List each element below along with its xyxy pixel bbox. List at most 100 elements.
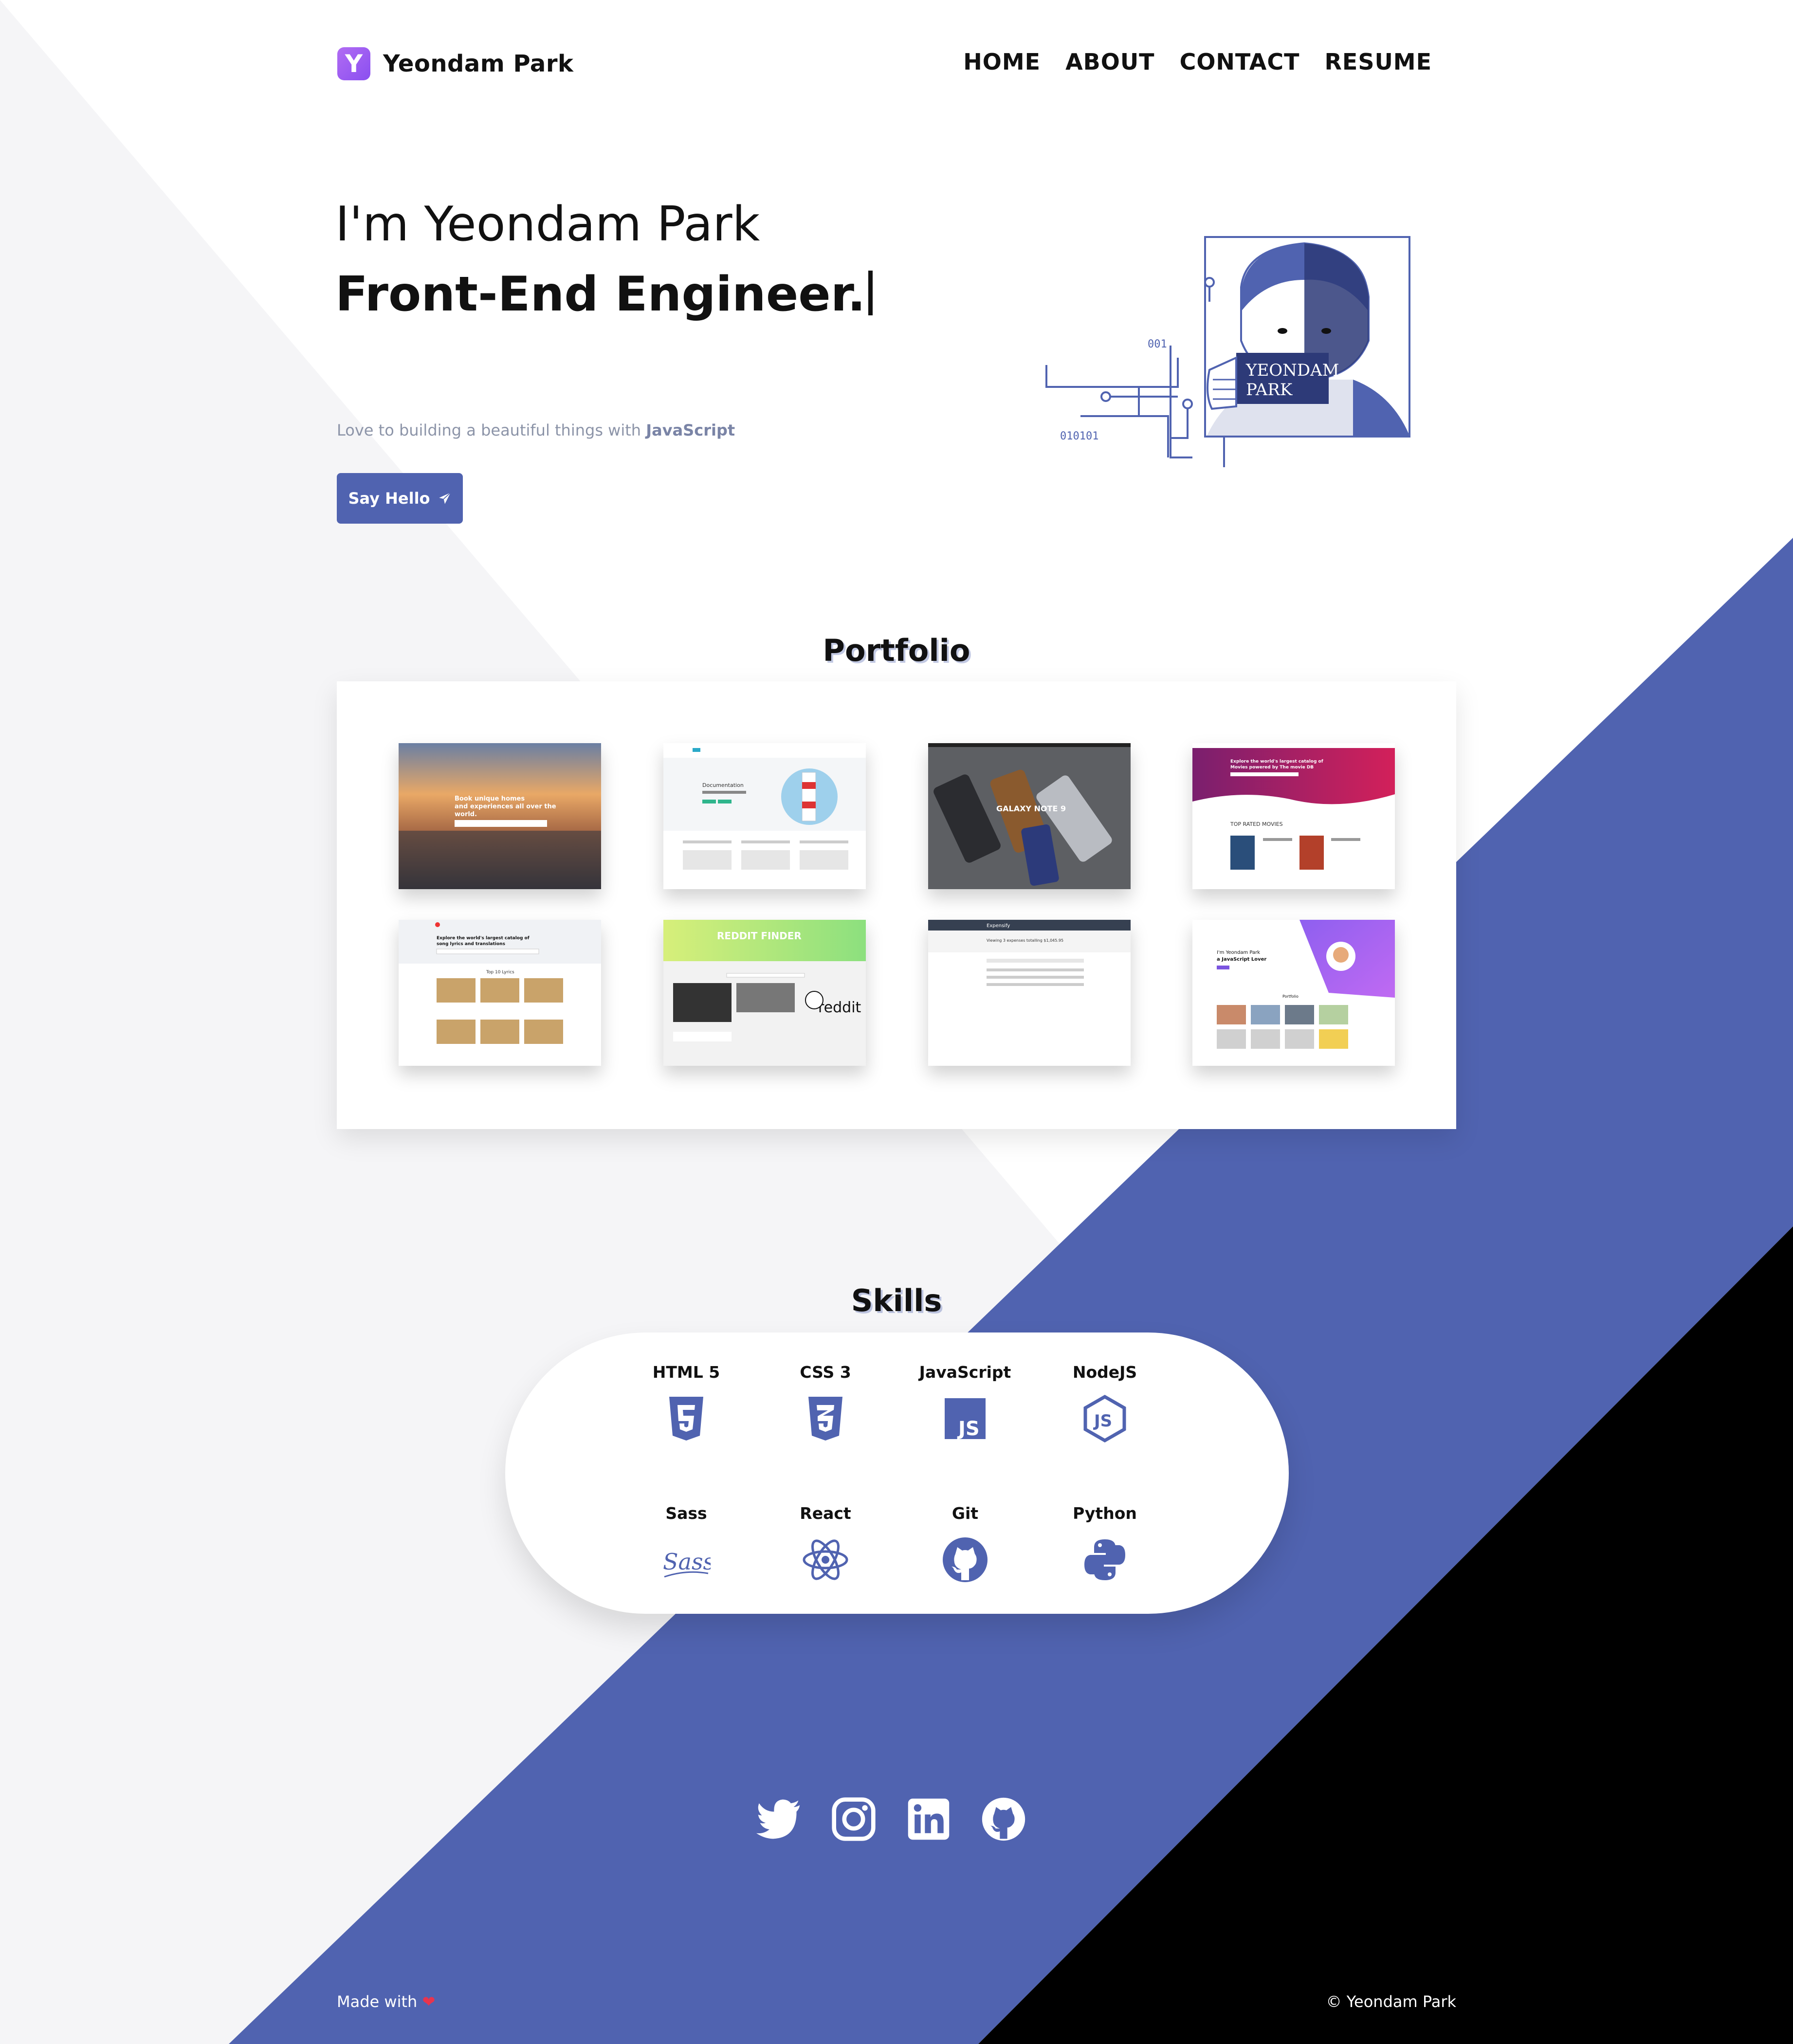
avatar-illustration: 001 010101 YEONDAM PARK <box>1045 236 1410 467</box>
nav-contact[interactable]: CONTACT <box>1180 49 1300 75</box>
portfolio-item[interactable]: Explore the world's largest catalog of s… <box>399 920 601 1066</box>
skill-label: NodeJS <box>1072 1363 1137 1382</box>
item-text-1: Explore the world's largest catalog of <box>437 936 530 941</box>
item-text-3: Portfolio <box>1282 994 1299 999</box>
made-with-text: Made with ❤ <box>337 1992 435 2011</box>
portfolio-item[interactable]: Book unique homes and experiences all ov… <box>399 743 601 889</box>
skill-sass: Sass Sass <box>623 1504 750 1584</box>
project-screenshot: Expensify Viewing 3 expenses totalling $… <box>928 920 1131 1066</box>
skills-title: Skills <box>851 1283 942 1318</box>
skill-python: Python <box>1042 1504 1168 1584</box>
javascript-icon: JS <box>945 1398 986 1440</box>
made-with-label: Made with <box>337 1992 418 2011</box>
css3-icon <box>808 1397 842 1441</box>
skill-label: Python <box>1073 1504 1137 1523</box>
hero-greeting: I'm Yeondam Park <box>335 197 760 252</box>
react-icon <box>803 1539 848 1580</box>
twitter-icon <box>756 1799 800 1839</box>
project-screenshot: Explore the world's largest catalog of s… <box>399 920 601 1066</box>
item-text-1: REDDIT FINDER <box>717 930 802 942</box>
say-hello-label: Say Hello <box>348 489 430 508</box>
svg-text:JS: JS <box>1093 1411 1112 1431</box>
portfolio-title: Portfolio <box>823 633 970 668</box>
portfolio-item[interactable]: Documentation <box>663 743 866 889</box>
html5-icon <box>669 1397 703 1441</box>
portfolio-item[interactable]: Expensify Viewing 3 expenses totalling $… <box>928 920 1131 1066</box>
portfolio-item[interactable]: REDDIT FINDER reddit <box>663 920 866 1066</box>
copyright-text: © Yeondam Park <box>1326 1992 1456 2011</box>
github-icon <box>943 1537 988 1582</box>
nav-resume[interactable]: RESUME <box>1324 49 1432 75</box>
project-screenshot: Book unique homes and experiences all ov… <box>399 743 601 889</box>
brand-logo[interactable]: Y Yeondam Park <box>337 47 573 80</box>
svg-text:JS: JS <box>957 1418 980 1440</box>
main-nav: HOME ABOUT CONTACT RESUME <box>963 49 1432 75</box>
linkedin-link[interactable] <box>905 1796 952 1843</box>
typing-caret <box>868 271 873 315</box>
instagram-link[interactable] <box>830 1796 877 1843</box>
item-text-2: Viewing 3 expenses totalling $1,045.95 <box>987 938 1063 943</box>
instagram-icon <box>832 1797 876 1841</box>
skill-git: Git <box>902 1504 1028 1584</box>
skill-label: React <box>800 1504 851 1523</box>
tagline-highlight: JavaScript <box>646 421 735 439</box>
item-text-3: world. <box>455 811 477 818</box>
avatar-code-2: 010101 <box>1060 430 1098 442</box>
project-screenshot: REDDIT FINDER reddit <box>663 920 866 1066</box>
nav-home[interactable]: HOME <box>963 49 1041 75</box>
twitter-link[interactable] <box>755 1796 802 1843</box>
item-text-2: and experiences all over the <box>455 803 556 810</box>
item-text-1: Explore the world's largest catalog of <box>1230 759 1323 764</box>
github-icon <box>982 1797 1025 1841</box>
item-text-3: TOP RATED MOVIES <box>1230 821 1283 827</box>
github-link[interactable] <box>980 1796 1027 1843</box>
item-text-2: a JavaScript Lover <box>1217 957 1266 962</box>
item-text-2: song lyrics and translations <box>437 942 505 947</box>
avatar-name-2: PARK <box>1246 380 1293 400</box>
linkedin-icon <box>908 1798 950 1840</box>
portfolio-grid: Book unique homes and experiences all ov… <box>337 681 1456 1129</box>
sass-icon: Sass <box>663 1549 711 1578</box>
skill-label: HTML 5 <box>652 1363 720 1382</box>
say-hello-button[interactable]: Say Hello <box>337 473 463 524</box>
python-icon <box>1084 1539 1125 1580</box>
portfolio-item[interactable]: Explore the world's largest catalog of M… <box>1192 743 1395 889</box>
project-screenshot: Explore the world's largest catalog of M… <box>1192 743 1395 889</box>
item-text-1: Expensify <box>987 923 1010 929</box>
item-text-1: GALAXY NOTE 9 <box>996 804 1066 813</box>
portfolio-item[interactable]: I'm Yeondam Park a JavaScript Lover Port… <box>1192 920 1395 1066</box>
item-text-3: Top 10 Lyrics <box>486 970 514 975</box>
svg-text:Sass: Sass <box>663 1549 711 1575</box>
item-text-1: Documentation <box>702 782 744 788</box>
logo-badge: Y <box>337 47 370 80</box>
project-screenshot: Documentation <box>663 743 866 889</box>
skills-card: HTML 5 CSS 3 JavaScript JS NodeJS JS Sas… <box>505 1332 1289 1614</box>
avatar-code-1: 001 <box>1148 338 1167 350</box>
avatar-name-1: YEONDAM <box>1245 361 1339 380</box>
skill-react: React <box>762 1504 889 1584</box>
social-links <box>755 1796 1027 1843</box>
project-screenshot: GALAXY NOTE 9 <box>928 743 1131 889</box>
nav-about[interactable]: ABOUT <box>1065 49 1155 75</box>
hero-role-text: Front-End Engineer. <box>335 267 866 322</box>
item-text-2: Movies powered by The movie DB <box>1230 765 1314 770</box>
hero-role: Front-End Engineer. <box>335 267 873 322</box>
nodejs-icon: JS <box>1083 1394 1126 1443</box>
item-text-2: reddit <box>818 999 861 1016</box>
skill-javascript: JavaScript JS <box>902 1363 1028 1443</box>
skill-label: Git <box>951 1504 979 1523</box>
skill-label: Sass <box>665 1504 707 1523</box>
project-screenshot: I'm Yeondam Park a JavaScript Lover Port… <box>1192 920 1395 1066</box>
item-text-1: I'm Yeondam Park <box>1217 950 1260 955</box>
skill-label: JavaScript <box>919 1363 1011 1382</box>
heart-icon: ❤ <box>422 1992 436 2011</box>
skill-label: CSS 3 <box>800 1363 851 1382</box>
item-text-1: Book unique homes <box>455 795 525 803</box>
tagline-prefix: Love to building a beautiful things with <box>337 421 646 439</box>
hero-tagline: Love to building a beautiful things with… <box>337 421 735 439</box>
skill-nodejs: NodeJS JS <box>1042 1363 1168 1443</box>
portfolio-item[interactable]: GALAXY NOTE 9 <box>928 743 1131 889</box>
skill-html5: HTML 5 <box>623 1363 750 1443</box>
paper-plane-icon <box>439 492 451 504</box>
skill-css3: CSS 3 <box>762 1363 889 1443</box>
